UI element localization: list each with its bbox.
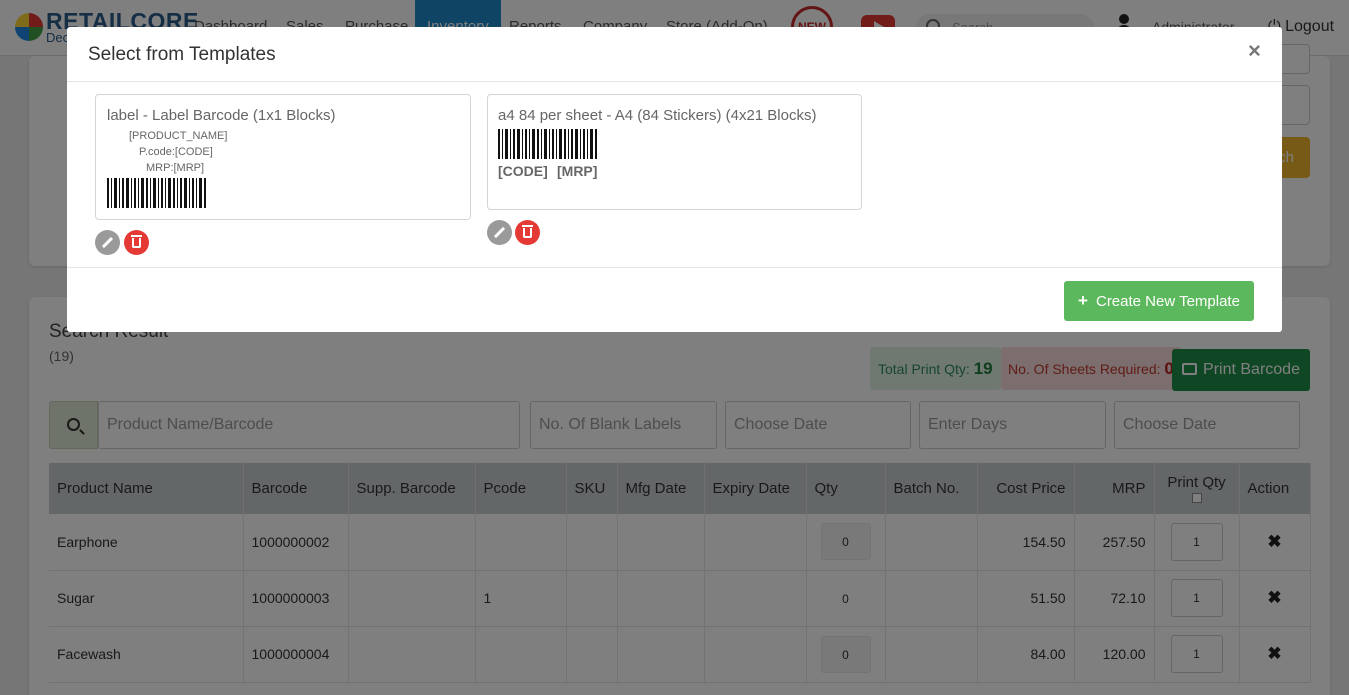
template-name: label - Label Barcode (1x1 Blocks) [107, 107, 336, 124]
plus-icon: + [1078, 291, 1088, 310]
template-code-placeholder: [CODE] [498, 163, 548, 179]
template-line-pcode: P.code:[CODE] [139, 146, 213, 158]
edit-template-button[interactable] [487, 220, 512, 245]
delete-template-button[interactable] [515, 220, 540, 245]
create-new-template-button[interactable]: + Create New Template [1064, 281, 1254, 321]
modal-header: Select from Templates × [67, 27, 1282, 82]
pencil-icon [493, 226, 506, 239]
template-mrp-placeholder: [MRP] [557, 163, 598, 179]
barcode-preview-image [107, 178, 208, 208]
trash-icon [522, 225, 533, 238]
delete-template-button[interactable] [124, 230, 149, 255]
template-line-mrp: MRP:[MRP] [146, 162, 205, 174]
select-template-modal: Select from Templates × label - Label Ba… [67, 27, 1282, 332]
template-line-product-name: [PRODUCT_NAME] [129, 130, 228, 142]
pencil-icon [101, 236, 114, 249]
edit-template-button[interactable] [95, 230, 120, 255]
template-name: a4 84 per sheet - A4 (84 Stickers) (4x21… [498, 107, 817, 124]
template-card-label[interactable]: label - Label Barcode (1x1 Blocks) [PROD… [95, 94, 471, 220]
barcode-preview-image [498, 129, 599, 159]
close-icon[interactable]: × [1248, 40, 1261, 62]
create-new-template-label: Create New Template [1095, 293, 1240, 310]
trash-icon [131, 235, 142, 248]
modal-title: Select from Templates [88, 44, 276, 65]
modal-footer: + Create New Template [67, 267, 1282, 332]
template-card-a4[interactable]: a4 84 per sheet - A4 (84 Stickers) (4x21… [487, 94, 862, 210]
